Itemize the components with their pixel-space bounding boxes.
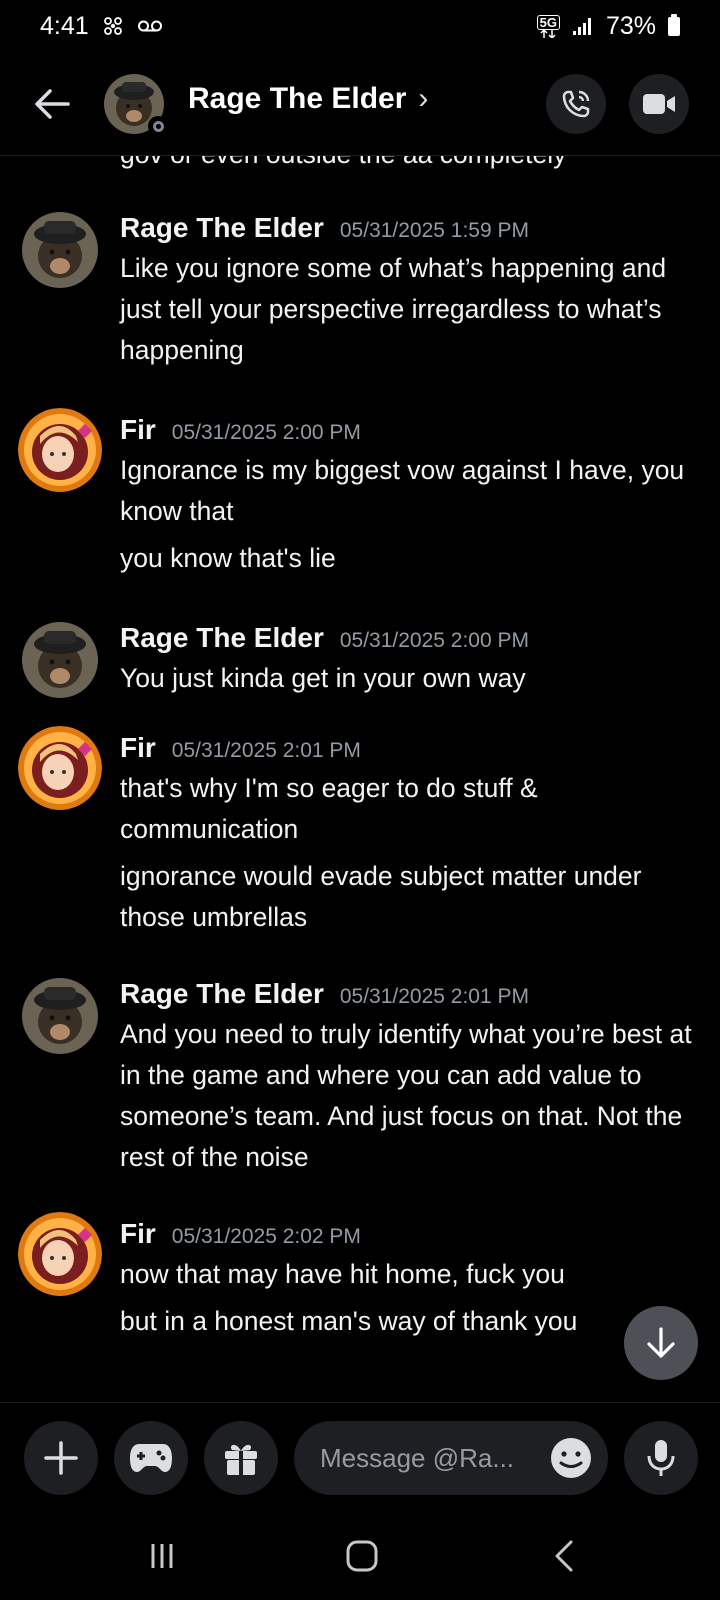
battery-percent: 73% [605, 11, 656, 40]
message-author[interactable]: Rage The Elder [120, 978, 324, 1010]
signal-icon [572, 16, 594, 36]
message-text[interactable]: you know that's lie [120, 538, 705, 579]
phone-icon [562, 90, 590, 118]
header-username: Rage The Elder [188, 82, 407, 115]
gamepad-icon [130, 1444, 172, 1472]
message-body: now that may have hit home, fuck you but… [120, 1254, 620, 1348]
message-timestamp: 05/31/2025 2:01 PM [339, 985, 529, 1008]
home-icon [346, 1540, 378, 1572]
status-right: 5G 73% [536, 11, 680, 41]
message-input[interactable]: Message @Ra... [294, 1421, 608, 1495]
message-list[interactable]: gov or even outside the aa completely Ra… [0, 156, 720, 1400]
message-text[interactable]: Ignorance is my biggest vow against I ha… [120, 450, 705, 532]
anime-avatar-icon[interactable] [18, 1212, 102, 1296]
message-author[interactable]: Rage The Elder [120, 622, 324, 654]
chevron-right-icon: › [418, 82, 429, 115]
message-header: Rage The Elder 05/31/2025 2:00 PM [120, 622, 529, 654]
message-body: that's why I'm so eager to do stuff & co… [120, 768, 705, 944]
gift-button[interactable] [204, 1421, 278, 1495]
back-button[interactable] [30, 82, 74, 126]
message-text[interactable]: that's why I'm so eager to do stuff & co… [120, 768, 705, 850]
video-camera-icon [643, 94, 675, 114]
header-title[interactable]: Rage The Elder › [188, 82, 428, 116]
anime-avatar-icon[interactable] [18, 408, 102, 492]
nav-back-icon [555, 1540, 573, 1572]
battery-icon [668, 13, 680, 36]
message-text[interactable]: but in a honest man's way of thank you [120, 1301, 620, 1342]
jump-to-bottom-button[interactable] [624, 1306, 698, 1380]
status-left: 4:41 [40, 12, 163, 41]
message-header: Fir 05/31/2025 2:02 PM [120, 1218, 361, 1250]
message-header: Fir 05/31/2025 2:01 PM [120, 732, 361, 764]
attach-button[interactable] [24, 1421, 98, 1495]
dog-avatar-icon[interactable] [22, 978, 98, 1054]
message-header: Rage The Elder 05/31/2025 1:59 PM [120, 212, 529, 244]
recents-icon [151, 1544, 173, 1568]
chat-header: Rage The Elder › [0, 52, 720, 156]
status-bar: 4:41 5G 73% [0, 0, 720, 52]
status-time: 4:41 [40, 11, 89, 40]
message-text[interactable]: ignorance would evade subject matter und… [120, 856, 705, 938]
message-body: Ignorance is my biggest vow against I ha… [120, 450, 705, 585]
message-author[interactable]: Fir [120, 732, 156, 764]
message-author[interactable]: Fir [120, 1218, 156, 1250]
dog-avatar-icon[interactable] [22, 212, 98, 288]
header-avatar[interactable] [104, 74, 168, 136]
home-button[interactable] [340, 1534, 384, 1578]
message-author[interactable]: Rage The Elder [120, 212, 324, 244]
message-timestamp: 05/31/2025 2:02 PM [171, 1225, 361, 1248]
anime-avatar-icon[interactable] [18, 726, 102, 810]
voicemail-icon [137, 18, 163, 34]
arrow-down-icon [647, 1327, 675, 1358]
gift-icon [225, 1444, 257, 1475]
emoji-icon[interactable] [550, 1437, 592, 1479]
message-timestamp: 05/31/2025 2:01 PM [171, 739, 361, 762]
activities-button[interactable] [114, 1421, 188, 1495]
message-composer: Message @Ra... [0, 1402, 720, 1512]
voice-message-button[interactable] [624, 1421, 698, 1495]
message-body: Like you ignore some of what’s happening… [120, 248, 705, 377]
message-header: Fir 05/31/2025 2:00 PM [120, 414, 361, 446]
message-input-placeholder: Message @Ra... [320, 1442, 515, 1473]
message-author[interactable]: Fir [120, 414, 156, 446]
partial-message-line: gov or even outside the aa completely [120, 156, 566, 175]
message-body: And you need to truly identify what you’… [120, 1014, 705, 1184]
message-timestamp: 05/31/2025 1:59 PM [339, 219, 529, 242]
message-text[interactable]: You just kinda get in your own way [120, 658, 705, 699]
message-text[interactable]: now that may have hit home, fuck you [120, 1254, 620, 1295]
message-text[interactable]: Like you ignore some of what’s happening… [120, 248, 705, 371]
message-text[interactable]: And you need to truly identify what you’… [120, 1014, 705, 1178]
microphone-icon [647, 1440, 675, 1476]
back-nav-button[interactable] [542, 1534, 586, 1578]
system-nav-bar [0, 1512, 720, 1600]
recents-button[interactable] [140, 1534, 184, 1578]
fan-icon [101, 14, 125, 38]
voice-call-button[interactable] [546, 74, 606, 134]
message-timestamp: 05/31/2025 2:00 PM [171, 421, 361, 444]
offline-status-icon [148, 116, 168, 136]
dog-avatar-icon[interactable] [22, 622, 98, 698]
message-header: Rage The Elder 05/31/2025 2:01 PM [120, 978, 529, 1010]
network-label: 5G [536, 14, 560, 30]
message-timestamp: 05/31/2025 2:00 PM [339, 629, 529, 652]
plus-icon [44, 1441, 78, 1475]
video-call-button[interactable] [629, 74, 689, 134]
message-body: You just kinda get in your own way [120, 658, 705, 705]
network-5g-icon: 5G [536, 14, 560, 38]
arrow-left-icon [35, 89, 70, 119]
